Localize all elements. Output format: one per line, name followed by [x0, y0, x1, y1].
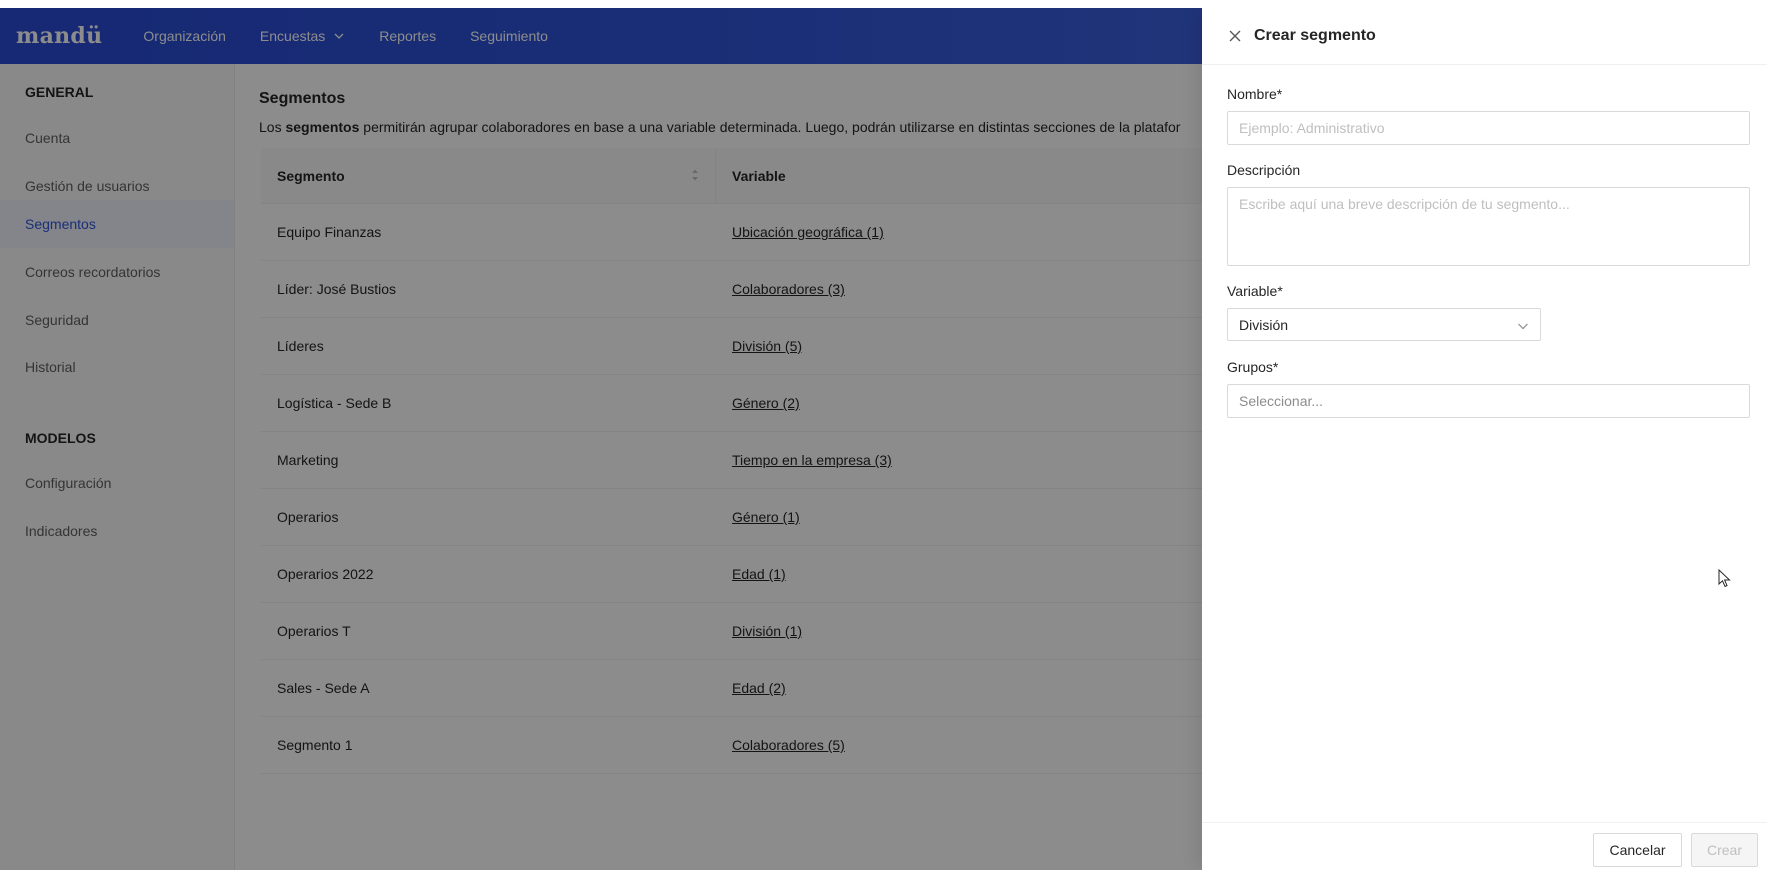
cancel-button[interactable]: Cancelar — [1593, 833, 1682, 867]
grupos-select[interactable]: Seleccionar... — [1227, 384, 1750, 418]
variable-select[interactable]: División — [1227, 308, 1541, 341]
nombre-input[interactable]: Ejemplo: Administrativo — [1227, 111, 1750, 145]
grupos-placeholder: Seleccionar... — [1239, 393, 1324, 409]
close-icon[interactable] — [1227, 28, 1243, 44]
drawer-mask[interactable] — [0, 8, 1202, 870]
variable-label: Variable* — [1227, 283, 1283, 299]
nombre-placeholder: Ejemplo: Administrativo — [1239, 120, 1385, 136]
descripcion-placeholder: Escribe aquí una breve descripción de tu… — [1239, 196, 1570, 212]
drawer-title: Crear segmento — [1254, 27, 1376, 44]
app-frame: mandü Organización Encuestas Reportes Se… — [0, 8, 1767, 870]
create-button[interactable]: Crear — [1691, 833, 1758, 867]
descripcion-textarea[interactable]: Escribe aquí una breve descripción de tu… — [1227, 187, 1750, 266]
grupos-label: Grupos* — [1227, 359, 1279, 375]
mouse-cursor-icon — [1718, 569, 1731, 588]
create-segment-drawer: Crear segmento Nombre* Ejemplo: Administ… — [1202, 8, 1767, 870]
variable-selected-value: División — [1239, 316, 1289, 333]
nombre-label: Nombre* — [1227, 86, 1283, 102]
descripcion-label: Descripción — [1227, 162, 1301, 178]
chevron-down-icon — [1518, 323, 1528, 330]
drawer-header: Crear segmento — [1202, 8, 1767, 65]
drawer-footer: Cancelar Crear — [1202, 822, 1767, 870]
